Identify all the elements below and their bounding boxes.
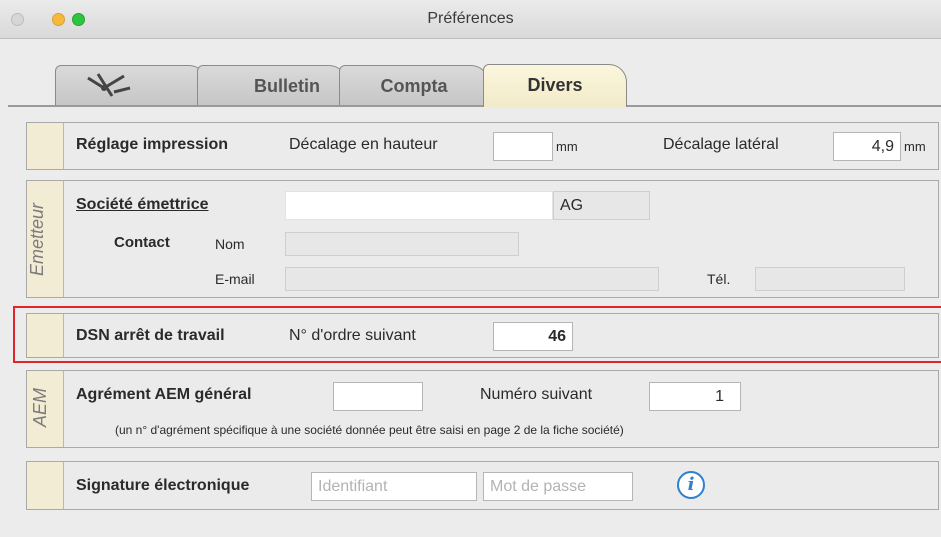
emitter-panel: Emetteur Société émettrice AG Contact No… — [26, 180, 939, 298]
next-order-number-input[interactable]: 46 — [493, 322, 573, 351]
tab-divers-label: Divers — [527, 75, 583, 95]
contact-email-input[interactable] — [285, 267, 659, 291]
vertical-offset-label: Décalage en hauteur — [289, 136, 438, 153]
dsn-panel: DSN arrêt de travail N° d'ordre suivant … — [26, 313, 939, 358]
signature-id-input[interactable]: Identifiant — [311, 472, 477, 501]
tab-divers[interactable]: Divers — [483, 64, 627, 107]
lateral-offset-input[interactable]: 4,9 — [833, 132, 901, 161]
signature-password-placeholder: Mot de passe — [490, 478, 587, 495]
lateral-offset-unit: mm — [904, 139, 926, 154]
lateral-offset-label: Décalage latéral — [663, 136, 779, 153]
company-code-field: AG — [553, 191, 650, 220]
vertical-offset-unit: mm — [556, 139, 578, 154]
dsn-label: DSN arrêt de travail — [76, 327, 225, 344]
electronic-signature-label: Signature électronique — [76, 477, 250, 494]
tab-tools[interactable] — [55, 65, 207, 105]
contact-email-label: E-mail — [215, 271, 255, 287]
contact-phone-label: Tél. — [707, 271, 731, 287]
info-icon[interactable]: i — [677, 471, 705, 499]
signature-panel: Signature électronique Identifiant Mot d… — [26, 461, 939, 510]
aem-strip-label: AEM — [30, 387, 51, 428]
aem-note: (un n° d'agrément spécifique à une socié… — [115, 423, 624, 437]
tools-icon — [84, 70, 134, 107]
contact-name-input[interactable] — [285, 232, 519, 256]
issuing-company-label: Société émettrice — [76, 196, 209, 213]
aem-next-number-input[interactable]: 1 — [649, 382, 741, 411]
contact-name-label: Nom — [215, 236, 245, 252]
tab-compta-label: Compta — [380, 76, 448, 96]
panel-strip: Emetteur — [27, 181, 64, 297]
contact-label: Contact — [114, 234, 170, 251]
print-settings-label: Réglage impression — [76, 136, 229, 153]
vertical-offset-input[interactable] — [493, 132, 553, 161]
issuing-company-input[interactable] — [285, 191, 553, 220]
aem-approval-input[interactable] — [333, 382, 423, 411]
panel-strip — [27, 314, 64, 357]
aem-approval-label: Agrément AEM général — [76, 386, 252, 403]
tab-baseline — [8, 105, 941, 107]
contact-phone-input[interactable] — [755, 267, 905, 291]
panel-strip — [27, 123, 64, 169]
title-bar: Préférences — [0, 0, 941, 39]
signature-id-placeholder: Identifiant — [318, 478, 388, 495]
aem-next-number-label: Numéro suivant — [480, 386, 593, 403]
signature-password-input[interactable]: Mot de passe — [483, 472, 633, 501]
next-order-number-label: N° d'ordre suivant — [289, 327, 416, 344]
tab-bulletin-label: Bulletin — [254, 76, 320, 96]
tab-compta[interactable]: Compta — [339, 65, 489, 105]
aem-panel: AEM Agrément AEM général Numéro suivant … — [26, 370, 939, 448]
tab-bulletin[interactable]: Bulletin — [197, 65, 347, 105]
panel-strip: AEM — [27, 371, 64, 447]
print-settings-panel: Réglage impression Décalage en hauteur m… — [26, 122, 939, 170]
panel-strip — [27, 462, 64, 509]
window-title: Préférences — [427, 10, 514, 27]
emitter-strip-label: Emetteur — [27, 202, 48, 277]
